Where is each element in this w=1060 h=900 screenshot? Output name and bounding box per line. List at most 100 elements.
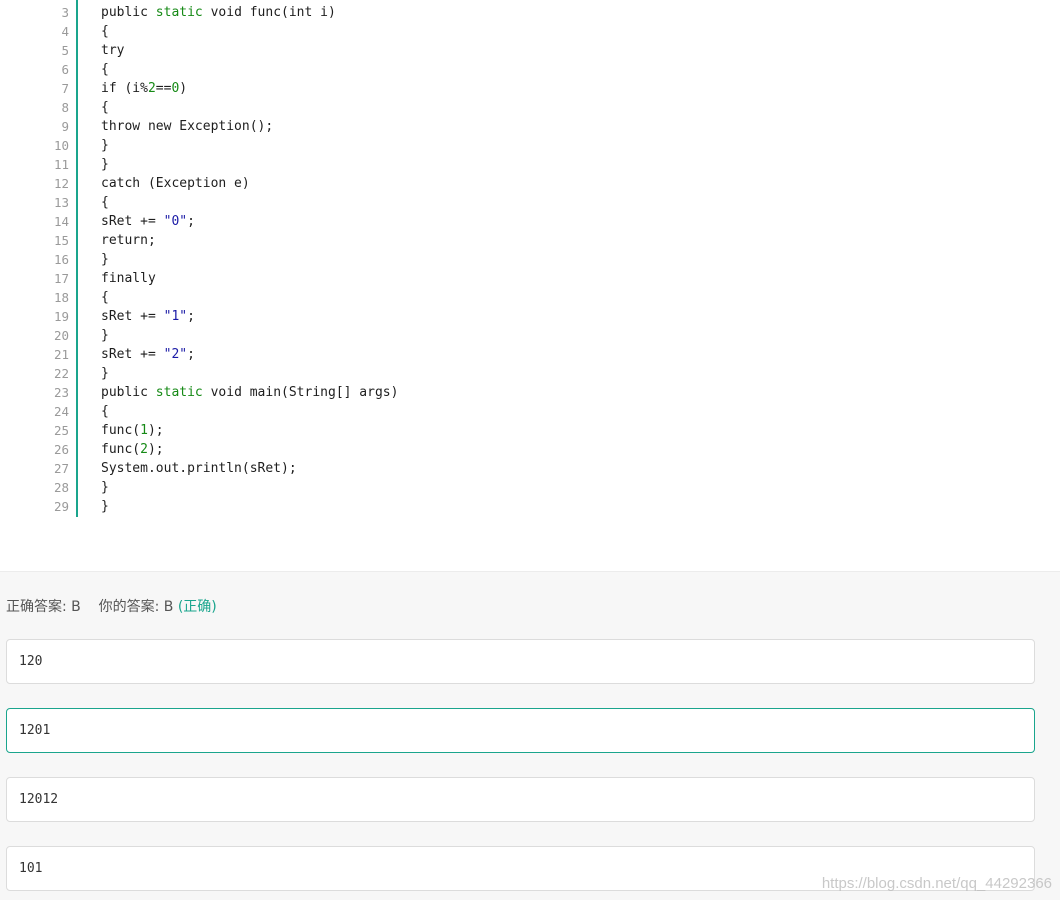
line-code: func(1); (101, 421, 164, 440)
code-token: { (101, 100, 109, 115)
answer-summary: 正确答案: B 你的答案: B (正确) (6, 596, 217, 616)
line-number: 17 (53, 271, 69, 286)
line-code: { (101, 60, 109, 79)
code-line: 7 if (i%2==0) (0, 79, 1060, 98)
line-code: System.out.println(sRet); (101, 459, 297, 478)
line-number: 6 (61, 62, 69, 77)
line-number: 16 (53, 252, 69, 267)
code-token: { (101, 195, 109, 210)
option-b[interactable]: 1201 (6, 708, 1035, 753)
code-token: "2" (163, 347, 188, 362)
line-code: { (101, 402, 109, 421)
option-c[interactable]: 12012 (6, 777, 1035, 822)
code-token: == (155, 81, 172, 96)
code-token: ); (147, 423, 164, 438)
line-number: 24 (53, 404, 69, 419)
result-status: (正确) (177, 599, 217, 615)
code-token: public (101, 385, 156, 400)
line-number: 4 (61, 24, 69, 39)
code-line: 6{ (0, 60, 1060, 79)
code-panel: 3 public static void func(int i) 4{5 try 6{7… (0, 0, 1060, 572)
code-line: 21 sRet += "2"; (0, 345, 1060, 364)
line-number: 26 (53, 442, 69, 457)
line-code: } (101, 364, 109, 383)
code-line: 11} (0, 155, 1060, 174)
option-text: 120 (19, 654, 43, 669)
code-token: } (101, 499, 109, 514)
line-number: 28 (53, 480, 69, 495)
code-token: ) (179, 81, 188, 96)
code-line: 9 throw new Exception(); (0, 117, 1060, 136)
code-token: static (155, 5, 203, 20)
code-line: 12 catch (Exception e) (0, 174, 1060, 193)
line-number: 27 (53, 461, 69, 476)
line-code: if (i%2==0) (101, 79, 187, 98)
line-code: sRet += "1"; (101, 307, 195, 326)
line-code: } (101, 250, 109, 269)
code-line: 29} (0, 497, 1060, 516)
code-token: sRet += (101, 309, 164, 324)
line-number: 19 (53, 309, 69, 324)
line-code: { (101, 288, 109, 307)
code-line: 15 return; (0, 231, 1060, 250)
option-text: 1201 (19, 723, 51, 738)
code-line: 27 System.out.println(sRet); (0, 459, 1060, 478)
line-number: 8 (61, 100, 69, 115)
option-a[interactable]: 120 (6, 639, 1035, 684)
code-token: sRet += (101, 347, 164, 362)
line-number: 9 (61, 119, 69, 134)
correct-answer-label: 正确答案: B (6, 599, 81, 615)
line-number: 13 (53, 195, 69, 210)
code-token: "0" (163, 214, 188, 229)
code-line: 20} (0, 326, 1060, 345)
line-code: { (101, 193, 109, 212)
line-number: 15 (53, 233, 69, 248)
line-code: return; (101, 231, 156, 250)
line-code: throw new Exception(); (101, 117, 273, 136)
code-line: 8{ (0, 98, 1060, 117)
code-line: 14 sRet += "0"; (0, 212, 1060, 231)
line-code: public static void func(int i) (101, 3, 336, 22)
code-token: void func(int i) (202, 5, 336, 20)
option-text: 12012 (19, 792, 59, 807)
code-token: void main(String[] args) (202, 385, 399, 400)
code-token: sRet += (101, 214, 164, 229)
code-token: public (101, 5, 156, 20)
line-code: sRet += "0"; (101, 212, 195, 231)
line-code: } (101, 497, 109, 516)
code-token: System.out.println(sRet); (101, 461, 297, 476)
code-token: catch (Exception e) (101, 176, 250, 191)
code-line: 18 { (0, 288, 1060, 307)
line-number: 18 (53, 290, 69, 305)
line-number: 7 (61, 81, 69, 96)
your-answer-label: 你的答案: B (98, 599, 174, 615)
line-number: 21 (53, 347, 69, 362)
line-code: func(2); (101, 440, 164, 459)
code-line: 19 sRet += "1"; (0, 307, 1060, 326)
code-line: 13 { (0, 193, 1060, 212)
code-token: } (101, 366, 109, 381)
code-token: { (101, 24, 109, 39)
line-number: 23 (53, 385, 69, 400)
line-number: 11 (53, 157, 69, 172)
line-code: { (101, 22, 109, 41)
code-token: "1" (163, 309, 188, 324)
code-token: if (i% (101, 81, 148, 96)
watermark: https://blog.csdn.net/qq_44292366 (821, 875, 1052, 892)
code-line: 4{ (0, 22, 1060, 41)
code-token: throw new Exception(); (101, 119, 274, 134)
code-token: 2 (140, 442, 148, 457)
code-line: 26 func(2); (0, 440, 1060, 459)
line-code: } (101, 478, 109, 497)
code-line: 25 func(1); (0, 421, 1060, 440)
line-number: 25 (53, 423, 69, 438)
code-line: 28} (0, 478, 1060, 497)
line-number: 29 (53, 499, 69, 514)
line-number: 12 (53, 176, 69, 191)
line-number: 5 (61, 43, 69, 58)
line-code: sRet += "2"; (101, 345, 195, 364)
line-code: catch (Exception e) (101, 174, 250, 193)
option-text: 101 (19, 861, 43, 876)
code-token: ; (187, 347, 195, 362)
code-block: 3 public static void func(int i) 4{5 try 6{7… (0, 3, 1060, 516)
